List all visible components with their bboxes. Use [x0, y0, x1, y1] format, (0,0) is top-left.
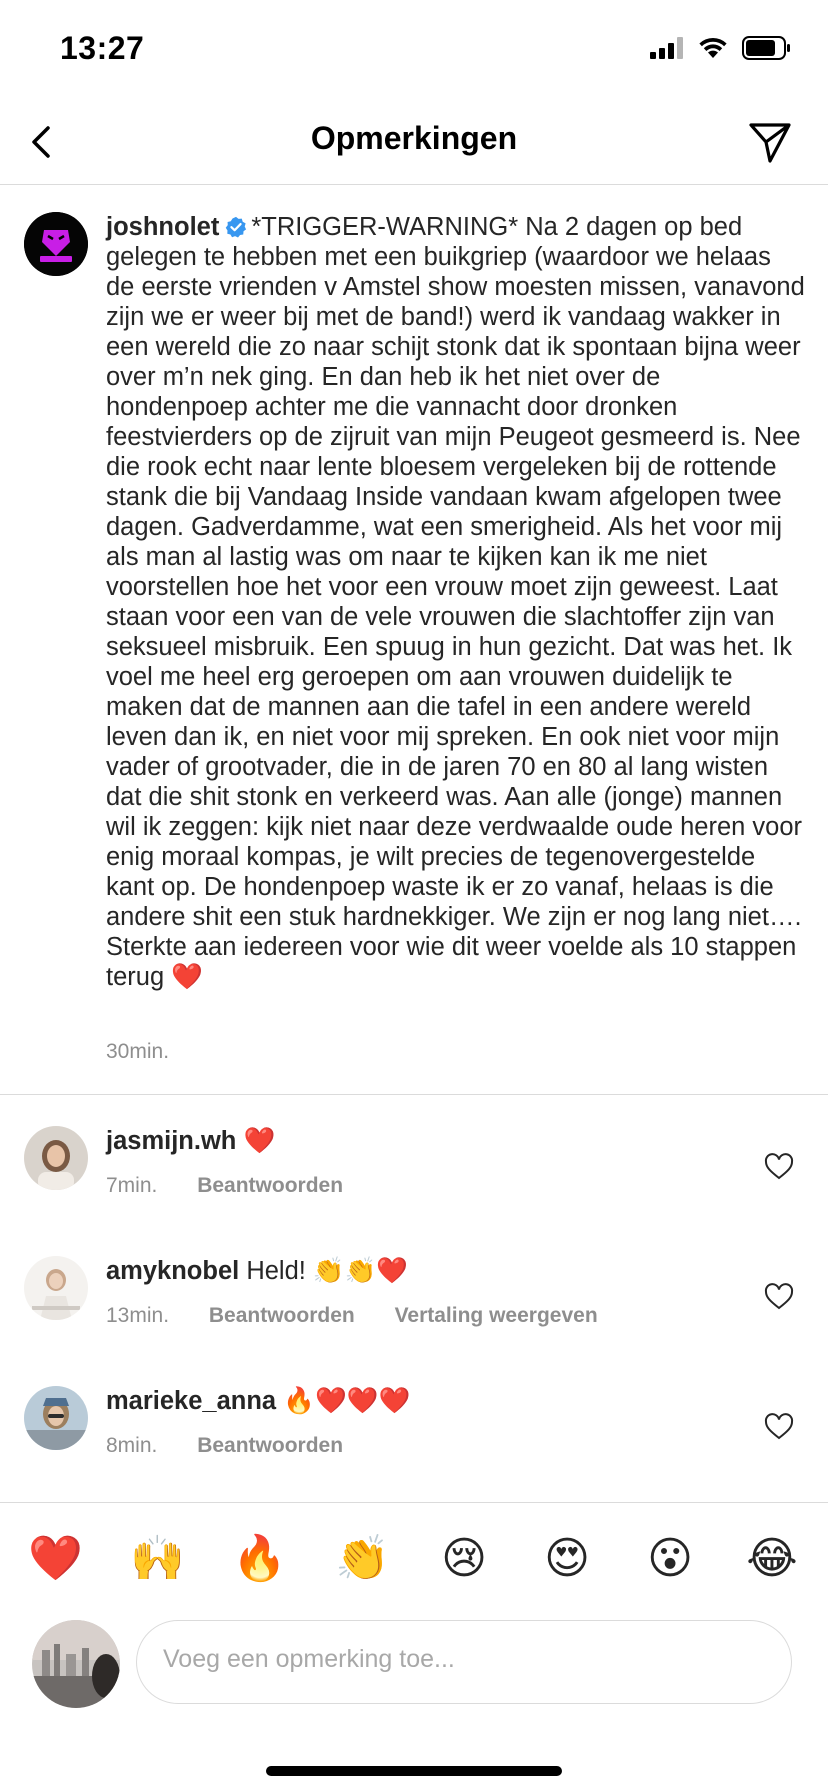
reaction-fire-emoji[interactable]: 🔥: [232, 1533, 287, 1585]
comment-meta: 8min. Beantwoorden: [106, 1434, 377, 1458]
author-avatar[interactable]: [24, 212, 88, 276]
comment-text: Held! 👏👏❤️: [246, 1257, 409, 1285]
comment-item: marieke_anna 🔥❤️❤️❤️ 8min. Beantwoorden: [0, 1386, 828, 1504]
like-heart-icon[interactable]: [764, 1152, 794, 1182]
battery-icon: [742, 36, 790, 60]
comment-username[interactable]: jasmijn.wh: [106, 1127, 236, 1155]
page-title: Opmerkingen: [310, 120, 518, 156]
comment-input-container[interactable]: [136, 1620, 792, 1704]
comment-meta: 13min. Beantwoorden Vertaling weergeven: [106, 1304, 632, 1328]
author-username[interactable]: joshnolet: [106, 213, 219, 241]
reaction-surprised-emoji[interactable]: 😮: [644, 1533, 696, 1585]
reaction-raised-hands-emoji[interactable]: 🙌: [130, 1533, 185, 1585]
comment-username[interactable]: marieke_anna: [106, 1387, 276, 1415]
navigation-bar: Opmerkingen: [0, 100, 828, 185]
reaction-heart-eyes-emoji[interactable]: 😍: [541, 1533, 593, 1585]
wifi-icon: [699, 37, 727, 58]
status-time: 13:27: [60, 30, 145, 66]
reaction-heart-emoji[interactable]: ❤️: [28, 1533, 83, 1585]
comment-line: jasmijn.wh ❤️: [106, 1126, 275, 1156]
comment-item: amyknobel Held! 👏👏❤️ 13min. Beantwoorden…: [0, 1256, 828, 1374]
brand-logo-icon: [24, 212, 88, 276]
commenter-avatar[interactable]: [24, 1386, 88, 1450]
comment-text: 🔥❤️❤️❤️: [283, 1387, 411, 1415]
comment-time: 8min.: [106, 1434, 158, 1457]
comment-input[interactable]: [163, 1645, 763, 1674]
comment-composer: [0, 1610, 828, 1730]
quick-reactions-bar: ❤️ 🙌 🔥 👏 😢 😍 😮 😂: [0, 1502, 828, 1611]
comment-time: 7min.: [106, 1174, 158, 1197]
post-caption: joshnolet *TRIGGER-WARNING* Na 2 dagen op…: [0, 184, 828, 1095]
cellular-signal-icon: [650, 37, 683, 59]
reply-button[interactable]: Beantwoorden: [197, 1174, 343, 1197]
home-indicator[interactable]: [266, 1766, 562, 1776]
comment-time: 13min.: [106, 1304, 170, 1327]
caption-text-block: joshnolet *TRIGGER-WARNING* Na 2 dagen op…: [106, 212, 806, 992]
comment-text: ❤️: [243, 1127, 276, 1155]
comment-item: jasmijn.wh ❤️ 7min. Beantwoorden: [0, 1126, 828, 1244]
comment-username[interactable]: amyknobel: [106, 1257, 239, 1285]
caption-text: *TRIGGER-WARNING* Na 2 dagen op bed gele…: [106, 213, 805, 991]
verified-badge-icon: [226, 216, 247, 238]
status-bar: 13:27: [0, 0, 828, 100]
status-icons: [650, 36, 792, 60]
send-direct-icon[interactable]: [746, 118, 794, 166]
current-user-avatar: [32, 1620, 120, 1708]
comment-meta: 7min. Beantwoorden: [106, 1174, 377, 1198]
like-heart-icon[interactable]: [764, 1412, 794, 1442]
reply-button[interactable]: Beantwoorden: [209, 1304, 355, 1327]
comment-line: marieke_anna 🔥❤️❤️❤️: [106, 1386, 410, 1416]
like-heart-icon[interactable]: [764, 1282, 794, 1312]
reply-button[interactable]: Beantwoorden: [197, 1434, 343, 1457]
caption-timestamp: 30min.: [106, 1040, 170, 1063]
commenter-avatar[interactable]: [24, 1126, 88, 1190]
comment-line: amyknobel Held! 👏👏❤️: [106, 1256, 408, 1286]
reaction-laughing-emoji[interactable]: 😂: [746, 1533, 798, 1585]
commenter-avatar[interactable]: [24, 1256, 88, 1320]
reaction-crying-emoji[interactable]: 😢: [438, 1533, 490, 1585]
reaction-clap-emoji[interactable]: 👏: [335, 1533, 390, 1585]
show-translation-button[interactable]: Vertaling weergeven: [395, 1304, 598, 1327]
